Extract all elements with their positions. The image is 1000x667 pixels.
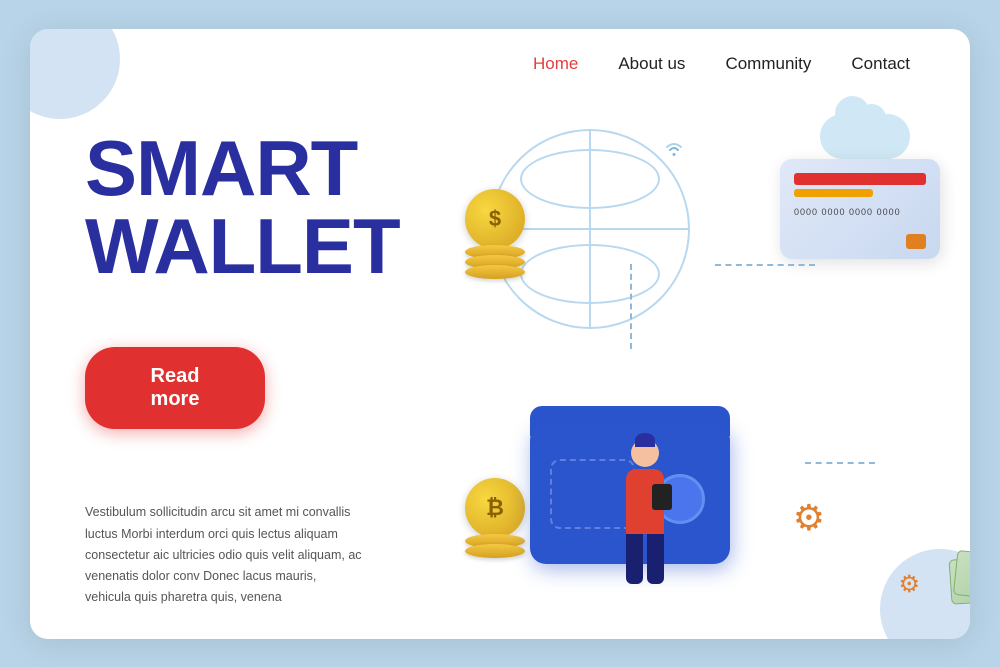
hero-title: SMART WALLET	[85, 129, 410, 285]
nav-home[interactable]: Home	[533, 54, 578, 74]
person-figure	[610, 439, 680, 584]
read-more-button[interactable]: Read more	[85, 347, 265, 429]
card-chip	[906, 234, 926, 249]
person-legs	[626, 534, 664, 584]
cta-area: Read more	[85, 327, 410, 429]
cloud-illustration	[820, 114, 910, 159]
person-body	[626, 469, 664, 534]
bitcoin-coin-stack: ₿	[465, 478, 525, 554]
person-head	[631, 439, 659, 467]
title-line1: SMART	[85, 129, 410, 207]
coin-layer-3	[465, 265, 525, 279]
title-line2: WALLET	[85, 207, 410, 285]
dashed-line-horizontal-gear	[805, 462, 875, 464]
nav-contact[interactable]: Contact	[851, 54, 910, 74]
dollar-coin-top: $	[465, 189, 525, 249]
nav-about[interactable]: About us	[618, 54, 685, 74]
left-section: SMART WALLET Read more Vestibulum sollic…	[30, 99, 410, 639]
wifi-icon	[663, 139, 685, 162]
globe-ellipse1	[520, 149, 660, 209]
dashed-line-horizontal-card	[715, 264, 815, 266]
bill-3	[953, 549, 970, 602]
gear-large-icon: ⚙	[793, 497, 825, 539]
person-leg-right	[647, 534, 664, 584]
hero-body-text: Vestibulum sollicitudin arcu sit amet mi…	[85, 502, 365, 608]
dashed-line-vertical-top	[630, 264, 632, 349]
gear-small-icon: ⚙	[898, 570, 920, 599]
navbar: Home About us Community Contact	[30, 29, 970, 99]
card-number: 0000 0000 0000 0000	[794, 207, 926, 217]
illustration-area: 0000 0000 0000 0000 $	[410, 99, 970, 639]
card-stripe-orange	[794, 189, 873, 197]
person-tablet	[652, 484, 672, 510]
dollar-coin-stack: $	[465, 189, 525, 275]
page-card: Home About us Community Contact SMART WA…	[30, 29, 970, 639]
bitcoin-coin-top: ₿	[465, 478, 525, 538]
main-content: SMART WALLET Read more Vestibulum sollic…	[30, 99, 970, 639]
credit-card: 0000 0000 0000 0000	[780, 159, 940, 259]
person-leg-left	[626, 534, 643, 584]
globe-ellipse2	[520, 244, 660, 304]
cloud-shape	[820, 114, 910, 159]
person-hair	[635, 433, 655, 447]
card-stripe-red	[794, 173, 926, 185]
bitcoin-coin-layer-2	[465, 544, 525, 558]
nav-community[interactable]: Community	[725, 54, 811, 74]
